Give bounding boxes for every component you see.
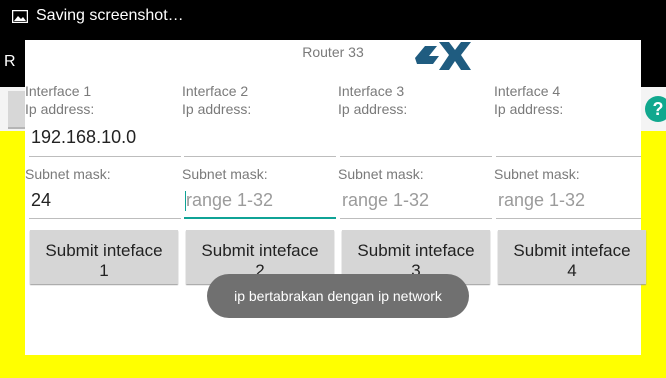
subnet-label: Subnet mask:: [338, 166, 424, 182]
ip-underline: [184, 156, 336, 157]
app-title: R: [4, 53, 16, 70]
submit-interface-1-button[interactable]: Submit inteface 1: [30, 230, 178, 284]
ip-underline: [340, 156, 492, 157]
interface-heading: Interface 1: [25, 83, 92, 99]
ip-address-field-1[interactable]: 192.168.10.0: [31, 127, 136, 148]
status-bar: Saving screenshot…: [0, 0, 666, 33]
toast-message: ip bertabrakan dengan ip network: [207, 274, 469, 318]
image-icon: [12, 10, 28, 23]
logo-icon: [415, 42, 471, 70]
interface-1-column: Interface 1 Ip address:: [25, 82, 181, 118]
subnet-label: Subnet mask:: [25, 166, 111, 182]
subnet-label: Subnet mask:: [494, 166, 580, 182]
submit-interface-4-button[interactable]: Submit inteface 4: [498, 230, 646, 284]
ip-address-label: Ip address:: [338, 101, 408, 117]
interface-heading: Interface 3: [338, 83, 405, 99]
ip-address-label: Ip address:: [494, 101, 564, 117]
ip-address-label: Ip address:: [182, 101, 252, 117]
interface-heading: Interface 2: [182, 83, 249, 99]
status-text: Saving screenshot…: [36, 7, 184, 24]
subnet-underline: [496, 218, 641, 219]
subnet-field-2[interactable]: range 1-32: [186, 190, 273, 211]
subnet-underline: [29, 218, 181, 219]
subnet-underline: [340, 218, 492, 219]
ip-underline: [29, 156, 181, 157]
ip-address-label: Ip address:: [25, 101, 95, 117]
interface-heading: Interface 4: [494, 83, 561, 99]
subnet-field-3[interactable]: range 1-32: [342, 190, 429, 211]
subnet-field-4[interactable]: range 1-32: [498, 190, 585, 211]
ip-underline: [496, 156, 641, 157]
dialog-title: Router 33: [302, 44, 364, 60]
interface-4-column: Interface 4 Ip address:: [494, 82, 650, 118]
subnet-field-1[interactable]: 24: [31, 190, 51, 211]
interface-2-column: Interface 2 Ip address:: [182, 82, 338, 118]
subnet-underline-focused: [184, 217, 336, 219]
interface-3-column: Interface 3 Ip address:: [338, 82, 494, 118]
subnet-label: Subnet mask:: [182, 166, 268, 182]
